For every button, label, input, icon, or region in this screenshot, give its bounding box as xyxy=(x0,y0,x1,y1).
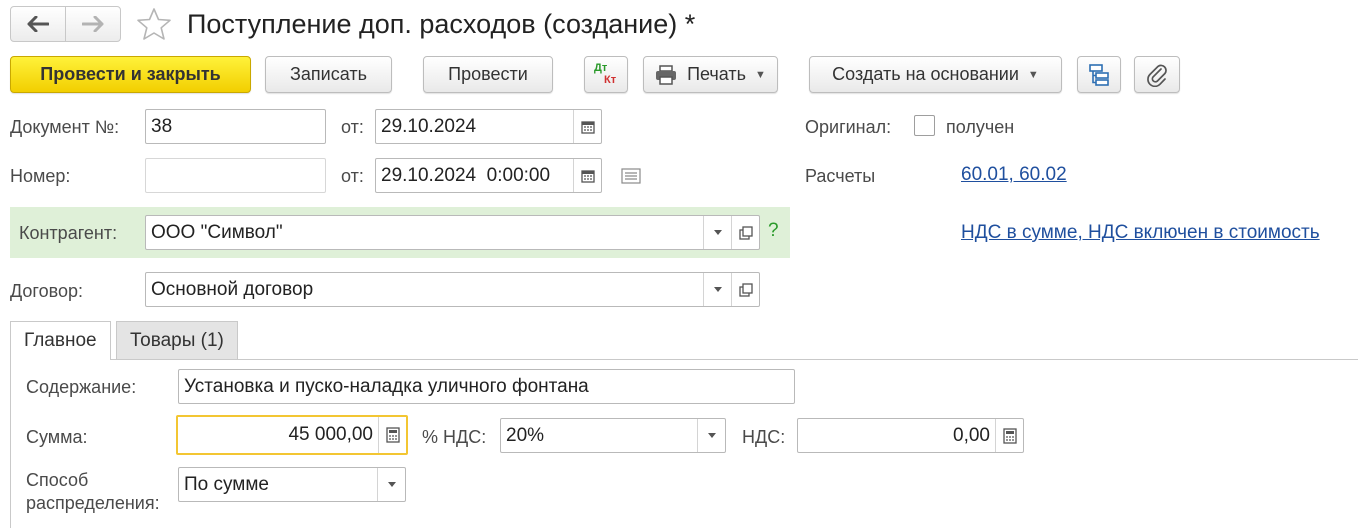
counterparty-value: ООО "Символ" xyxy=(151,221,283,243)
vat-amount-value: 0,00 xyxy=(953,424,990,446)
distribution-method-value: По сумме xyxy=(184,473,269,495)
calculator-icon[interactable] xyxy=(378,417,406,453)
open-icon[interactable] xyxy=(731,273,759,306)
tab-goods-label: Товары (1) xyxy=(130,329,224,351)
document-number-label: Документ №: xyxy=(10,117,120,137)
arrow-left-icon xyxy=(27,16,49,32)
sum-value: 45 000,00 xyxy=(288,424,373,445)
printer-icon xyxy=(656,64,677,85)
incoming-number-input[interactable] xyxy=(145,158,326,193)
tab-main[interactable]: Главное xyxy=(10,321,111,360)
save-label: Записать xyxy=(290,64,367,84)
favorite-star-icon[interactable] xyxy=(136,7,172,41)
chevron-down-icon[interactable] xyxy=(697,419,725,452)
sum-label: Сумма: xyxy=(26,427,88,447)
page-title: Поступление доп. расходов (создание) * xyxy=(187,9,696,39)
document-date-from-label: от: xyxy=(341,117,364,137)
vat-label: НДС: xyxy=(742,427,786,447)
contract-value: Основной договор xyxy=(151,278,314,300)
vat-mode-link[interactable]: НДС в сумме, НДС включен в стоимость xyxy=(961,222,1320,244)
chevron-down-icon: ▼ xyxy=(755,68,766,81)
vat-rate-select[interactable]: 20% xyxy=(500,418,726,453)
back-button[interactable] xyxy=(10,6,66,42)
document-number-input[interactable]: 38 xyxy=(145,109,326,144)
received-label: получен xyxy=(946,117,1015,137)
vat-rate-label: % НДС: xyxy=(422,427,487,447)
chevron-down-icon[interactable] xyxy=(703,216,731,249)
post-button[interactable]: Провести xyxy=(423,56,553,93)
incoming-date-value: 29.10.2024 0:00:00 xyxy=(381,164,551,186)
dt-kt-icon: Дт Кт xyxy=(592,62,620,88)
post-and-close-button[interactable]: Провести и закрыть xyxy=(10,56,251,93)
vat-rate-value: 20% xyxy=(506,424,545,446)
content-input[interactable]: Установка и пуско-наладка уличного фонта… xyxy=(178,369,795,404)
post-and-close-label: Провести и закрыть xyxy=(40,64,221,84)
calculator-icon[interactable] xyxy=(995,419,1023,452)
print-label: Печать xyxy=(687,64,747,84)
create-based-on-button[interactable]: Создать на основании ▼ xyxy=(809,56,1062,93)
kt-label: Кт xyxy=(604,73,617,86)
dt-label: Дт xyxy=(594,61,608,74)
document-date-input[interactable]: 29.10.2024 xyxy=(375,109,602,144)
distribution-label-line2: распределения: xyxy=(26,493,160,513)
calendar-icon[interactable] xyxy=(573,110,601,143)
create-based-on-label: Создать на основании xyxy=(832,64,1019,84)
dt-kt-button[interactable]: Дт Кт xyxy=(584,56,628,93)
distribution-label-line1: Способ xyxy=(26,470,89,490)
forward-button[interactable] xyxy=(65,6,121,42)
print-button[interactable]: Печать ▼ xyxy=(643,56,778,93)
contract-label: Договор: xyxy=(10,281,83,301)
number-date-from-label: от: xyxy=(341,166,364,186)
contract-input[interactable]: Основной договор xyxy=(145,272,760,307)
document-date-value: 29.10.2024 xyxy=(381,115,477,137)
accounts-label: Расчеты xyxy=(805,166,876,186)
distribution-method-select[interactable]: По сумме xyxy=(178,467,406,502)
chevron-down-icon[interactable] xyxy=(377,468,405,501)
calendar-icon[interactable] xyxy=(573,159,601,192)
save-button[interactable]: Записать xyxy=(265,56,392,93)
open-icon[interactable] xyxy=(731,216,759,249)
content-label: Содержание: xyxy=(26,377,137,397)
tab-goods[interactable]: Товары (1) xyxy=(116,321,238,359)
accounts-link[interactable]: 60.01, 60.02 xyxy=(961,164,1067,186)
structure-button[interactable] xyxy=(1077,56,1121,93)
counterparty-label: Контрагент: xyxy=(19,223,118,243)
original-label: Оригинал: xyxy=(805,117,892,137)
incoming-date-input[interactable]: 29.10.2024 0:00:00 xyxy=(375,158,602,193)
document-number-value: 38 xyxy=(151,115,173,137)
arrow-right-icon xyxy=(82,16,104,32)
chevron-down-icon[interactable] xyxy=(703,273,731,306)
attach-button[interactable] xyxy=(1134,56,1180,93)
content-value: Установка и пуско-наладка уличного фонта… xyxy=(184,375,589,397)
vat-amount-input[interactable]: 0,00 xyxy=(797,418,1024,453)
help-icon[interactable]: ? xyxy=(768,220,779,242)
counterparty-input[interactable]: ООО "Символ" xyxy=(145,215,760,250)
tab-main-label: Главное xyxy=(24,330,97,351)
paperclip-icon xyxy=(1147,64,1167,87)
chevron-down-icon: ▼ xyxy=(1027,68,1039,81)
post-label: Провести xyxy=(448,64,528,84)
comment-icon[interactable] xyxy=(621,168,641,184)
hierarchy-icon xyxy=(1089,63,1109,86)
original-received-checkbox[interactable] xyxy=(914,115,935,136)
sum-input[interactable]: 45 000,00 xyxy=(176,415,408,455)
number-label: Номер: xyxy=(10,166,71,186)
